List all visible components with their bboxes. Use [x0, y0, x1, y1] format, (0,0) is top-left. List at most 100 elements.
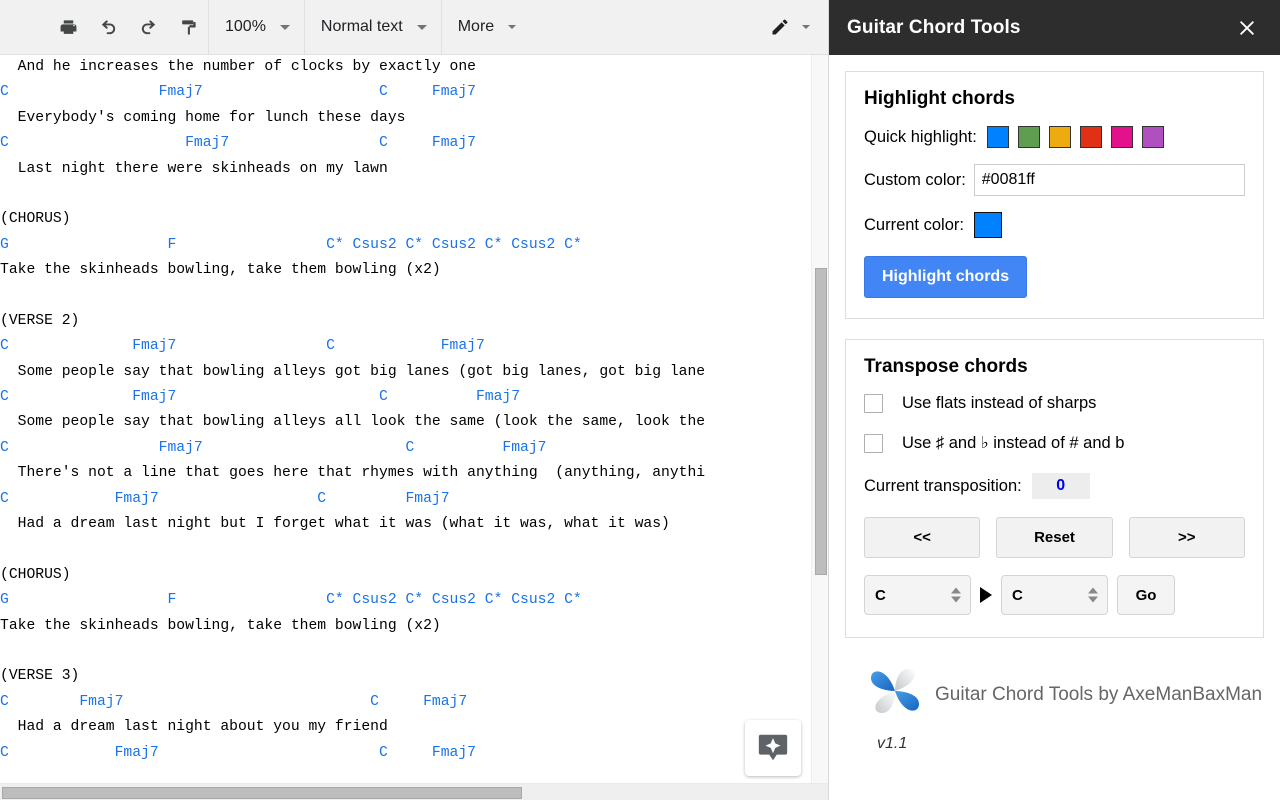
arrow-right-icon — [980, 587, 992, 603]
current-transposition-label: Current transposition: — [864, 476, 1022, 495]
lyric-line: (VERSE 3) — [0, 668, 80, 685]
edit-mode-dropdown[interactable] — [754, 0, 828, 55]
swatch-yellow[interactable] — [1048, 126, 1071, 148]
lyric-line: Had a dream last night but I forget what… — [17, 516, 670, 533]
chord-line: C Fmaj7 C Fmaj7 — [0, 338, 485, 355]
chord-line: C Fmaj7 C Fmaj7 — [0, 693, 468, 710]
sidebar-header: Guitar Chord Tools — [829, 0, 1280, 55]
lyric-line: Everybody's coming home for lunch these … — [17, 109, 406, 126]
use-flats-checkbox[interactable] — [864, 394, 883, 413]
use-symbols-checkbox[interactable] — [864, 433, 883, 453]
toolbar-left-gap — [0, 0, 48, 55]
current-color-swatch[interactable] — [973, 212, 1002, 238]
pencil-icon — [770, 17, 790, 37]
current-color-label: Current color: — [864, 215, 964, 234]
swatch-red[interactable] — [1079, 126, 1102, 148]
vertical-scrollbar[interactable] — [811, 55, 828, 783]
chord-line: C Fmaj7 C Fmaj7 — [0, 389, 521, 406]
pinwheel-logo-icon — [867, 666, 925, 723]
transpose-forward-button[interactable]: >> — [1128, 517, 1245, 558]
chord-line: C Fmaj7 C Fmaj7 — [0, 490, 450, 507]
zoom-dropdown[interactable]: 100% — [209, 0, 304, 55]
swatch-purple[interactable] — [1141, 126, 1164, 148]
undo-icon[interactable] — [88, 0, 128, 55]
highlight-card-title: Highlight chords — [864, 88, 1015, 109]
explore-button[interactable] — [745, 720, 801, 776]
lyric-line: Had a dream last night about you my frie… — [17, 719, 388, 736]
current-transposition-row: Current transposition: 0 — [864, 473, 1245, 499]
horizontal-scrollbar[interactable] — [0, 783, 828, 800]
stepper-arrows-icon — [1088, 587, 1098, 603]
current-color-row: Current color: — [864, 212, 1245, 238]
to-key-select[interactable]: C — [1001, 575, 1108, 615]
key-select-row: C C Go — [864, 575, 1245, 615]
transpose-back-button[interactable]: << — [864, 517, 981, 558]
redo-icon[interactable] — [128, 0, 168, 55]
quick-highlight-row: Quick highlight: — [864, 126, 1245, 148]
lyric-line — [0, 537, 705, 562]
toolbar-icon-group — [48, 0, 208, 55]
from-key-value: C — [875, 586, 886, 604]
app-root: 100% Normal text More And he increases t… — [0, 0, 1280, 800]
footer-credit: Guitar Chord Tools by AxeManBaxMan — [935, 684, 1263, 705]
swatch-green[interactable] — [1017, 126, 1040, 148]
chevron-down-icon — [279, 24, 290, 30]
chord-line: C Fmaj7 C Fmaj7 — [0, 744, 476, 761]
chord-line: G F C* Csus2 C* Csus2 C* Csus2 C* — [0, 236, 582, 253]
custom-color-row: Custom color: — [864, 164, 1245, 196]
more-dropdown[interactable]: More — [442, 0, 530, 55]
swatch-magenta[interactable] — [1110, 126, 1133, 148]
google-docs-pane: 100% Normal text More And he increases t… — [0, 0, 828, 800]
docs-toolbar: 100% Normal text More — [0, 0, 828, 55]
swatch-blue[interactable] — [986, 126, 1009, 148]
lyric-line: (VERSE 2) — [0, 312, 80, 329]
lyric-line: Some people say that bowling alleys got … — [17, 363, 706, 380]
lyric-line: (CHORUS) — [0, 211, 71, 228]
more-label: More — [457, 18, 495, 35]
text-style-value: Normal text — [320, 18, 403, 35]
paint-format-icon[interactable] — [168, 0, 208, 55]
custom-color-label: Custom color: — [864, 170, 966, 189]
vertical-scrollbar-thumb[interactable] — [815, 268, 827, 575]
transpose-reset-button[interactable]: Reset — [996, 517, 1113, 558]
lyric-line: Take the skinheads bowling, take them bo… — [0, 617, 441, 634]
text-style-dropdown[interactable]: Normal text — [305, 0, 441, 55]
lyric-line — [0, 182, 705, 207]
to-key-value: C — [1012, 586, 1023, 604]
lyric-line: (CHORUS) — [0, 566, 71, 583]
chevron-down-icon — [802, 25, 810, 29]
document-text[interactable]: And he increases the number of clocks by… — [0, 55, 705, 766]
transpose-go-button[interactable]: Go — [1117, 575, 1175, 615]
stepper-arrows-icon — [951, 587, 961, 603]
lyric-line: Last night there were skinheads on my la… — [17, 160, 388, 177]
explore-star-icon — [756, 731, 790, 765]
document-canvas[interactable]: And he increases the number of clocks by… — [0, 55, 828, 800]
quick-highlight-label: Quick highlight: — [864, 127, 977, 146]
use-flats-row: Use flats instead of sharps — [864, 394, 1245, 413]
transpose-step-buttons: << Reset >> — [864, 517, 1245, 558]
quick-highlight-swatches — [986, 126, 1164, 148]
chord-line: G F C* Csus2 C* Csus2 C* Csus2 C* — [0, 592, 582, 609]
print-icon[interactable] — [48, 0, 88, 55]
from-key-select[interactable]: C — [864, 575, 971, 615]
chord-line: C Fmaj7 C Fmaj7 — [0, 135, 476, 152]
lyric-line — [0, 284, 705, 309]
lyric-line — [0, 639, 705, 664]
horizontal-scrollbar-thumb[interactable] — [2, 787, 522, 799]
custom-color-input[interactable] — [973, 164, 1245, 196]
current-transposition-value: 0 — [1031, 473, 1090, 499]
highlight-chords-card: Highlight chords Quick highlight: Custom… — [845, 71, 1264, 319]
addon-sidebar: Guitar Chord Tools Highlight chords Quic… — [828, 0, 1280, 800]
chevron-down-icon — [416, 24, 427, 30]
zoom-value: 100% — [225, 18, 266, 35]
highlight-chords-button[interactable]: Highlight chords — [864, 256, 1028, 298]
use-symbols-row: Use ♯ and ♭ instead of # and b — [864, 433, 1245, 453]
lyric-line: There's not a line that goes here that r… — [17, 465, 706, 482]
transpose-card-title: Transpose chords — [864, 356, 1028, 377]
use-symbols-label: Use ♯ and ♭ instead of # and b — [902, 434, 1125, 452]
close-icon[interactable] — [1234, 15, 1260, 41]
lyric-line: Some people say that bowling alleys all … — [17, 414, 706, 431]
footer-version: v1.1 — [877, 735, 908, 752]
sidebar-title: Guitar Chord Tools — [847, 16, 1021, 38]
